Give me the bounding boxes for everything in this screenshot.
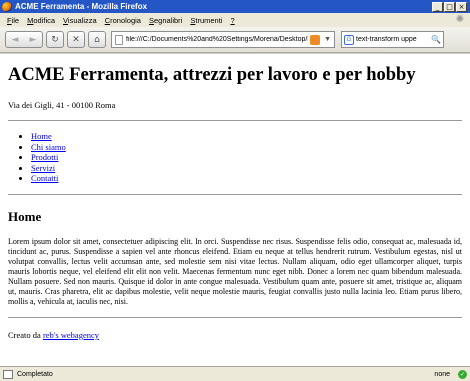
url-input[interactable]: file:///C:/Documents%20and%20Settings/Mo… — [126, 36, 308, 43]
menu-cronologia-label: ronologia — [110, 15, 141, 25]
menu-bar: File Modifica Visualizza Cronologia Segn… — [0, 13, 470, 27]
footer: Creato da reb's webagency — [8, 330, 462, 340]
firefox-icon — [2, 1, 12, 12]
nav-link-chi-siamo[interactable]: Chi siamo — [31, 142, 66, 152]
search-icon[interactable]: 🔍 — [431, 35, 441, 44]
menu-strumenti[interactable]: Strumenti — [186, 16, 226, 25]
menu-modifica-label: odifica — [33, 15, 56, 25]
home-button[interactable]: ⌂ — [88, 31, 106, 48]
back-button[interactable]: ◄ — [12, 35, 19, 45]
rss-icon[interactable] — [310, 34, 321, 45]
footer-prefix: Creato da — [8, 329, 43, 340]
menu-cronologia[interactable]: Cronologia — [101, 16, 145, 25]
page-content: ACME Ferramenta, attrezzi per lavoro e p… — [0, 54, 470, 366]
menu-visualizza[interactable]: Visualizza — [59, 16, 101, 25]
divider — [8, 316, 462, 318]
status-text: Completato — [17, 370, 53, 378]
divider — [8, 193, 462, 195]
nav-link-home[interactable]: Home — [31, 131, 52, 141]
nav-item-prodotti: Prodotti — [31, 152, 462, 163]
menu-help-accel: ? — [230, 15, 235, 25]
reload-button[interactable]: ↻ — [46, 31, 64, 48]
search-box[interactable]: G text-transform uppe 🔍 — [341, 31, 444, 48]
menu-file-label: ile — [11, 15, 20, 25]
body-text: Lorem ipsum dolor sit amet, consectetuer… — [8, 236, 462, 306]
nav-item-chi-siamo: Chi siamo — [31, 142, 462, 153]
maximize-button[interactable]: □ — [444, 1, 455, 12]
stop-button[interactable]: ✕ — [67, 31, 85, 48]
checkmark-icon: ✓ — [458, 369, 467, 379]
menu-help[interactable]: ? — [226, 16, 238, 25]
page-heading: ACME Ferramenta, attrezzi per lavoro e p… — [8, 65, 416, 85]
status-bar: Completato none ✓ — [0, 366, 470, 381]
throbber-icon: ✺ — [455, 14, 465, 25]
search-engine-icon[interactable]: G — [344, 34, 354, 45]
menu-segnalibri[interactable]: Segnalibri — [145, 16, 186, 25]
back-forward-buttons: ◄ ► — [5, 31, 43, 48]
address-bar[interactable]: file:///C:/Documents%20and%20Settings/Mo… — [111, 31, 335, 48]
company-address: Via dei Gigli, 41 - 00100 Roma — [8, 100, 116, 110]
nav-link-contatti[interactable]: Contatti — [31, 173, 58, 183]
menu-segnalibri-label: egnalibri — [153, 15, 183, 25]
search-input[interactable]: text-transform uppe — [356, 36, 431, 43]
menu-modifica[interactable]: Modifica — [23, 16, 59, 25]
navigation-toolbar: ◄ ► ↻ ✕ ⌂ file:///C:/Documents%20and%20S… — [0, 27, 470, 53]
nav-item-home: Home — [31, 131, 462, 142]
proxy-status: none — [434, 370, 450, 378]
nav-link-prodotti[interactable]: Prodotti — [31, 152, 58, 162]
divider — [8, 120, 462, 121]
url-dropdown-icon[interactable]: ▼ — [324, 36, 331, 43]
section-title: Home — [8, 208, 42, 224]
menu-file[interactable]: File — [3, 16, 23, 25]
nav-item-servizi: Servizi — [31, 163, 462, 174]
menu-strumenti-label: trumenti — [195, 15, 223, 25]
nav-item-contatti: Contatti — [31, 173, 462, 184]
page-icon — [115, 34, 123, 45]
status-page-icon — [3, 369, 13, 379]
close-button[interactable]: × — [456, 1, 467, 12]
footer-link[interactable]: reb's webagency — [43, 330, 99, 340]
forward-button[interactable]: ► — [30, 35, 37, 45]
minimize-button[interactable]: _ — [432, 1, 443, 12]
window-title: ACME Ferramenta - Mozilla Firefox — [15, 2, 148, 11]
window-controls: _ □ × — [432, 1, 467, 12]
window-title-bar: ACME Ferramenta - Mozilla Firefox _ □ × — [0, 0, 470, 13]
menu-visualizza-label: isualizza — [67, 15, 97, 25]
site-navigation: Home Chi siamo Prodotti Servizi Contatti — [31, 131, 462, 184]
nav-link-servizi[interactable]: Servizi — [31, 163, 55, 173]
